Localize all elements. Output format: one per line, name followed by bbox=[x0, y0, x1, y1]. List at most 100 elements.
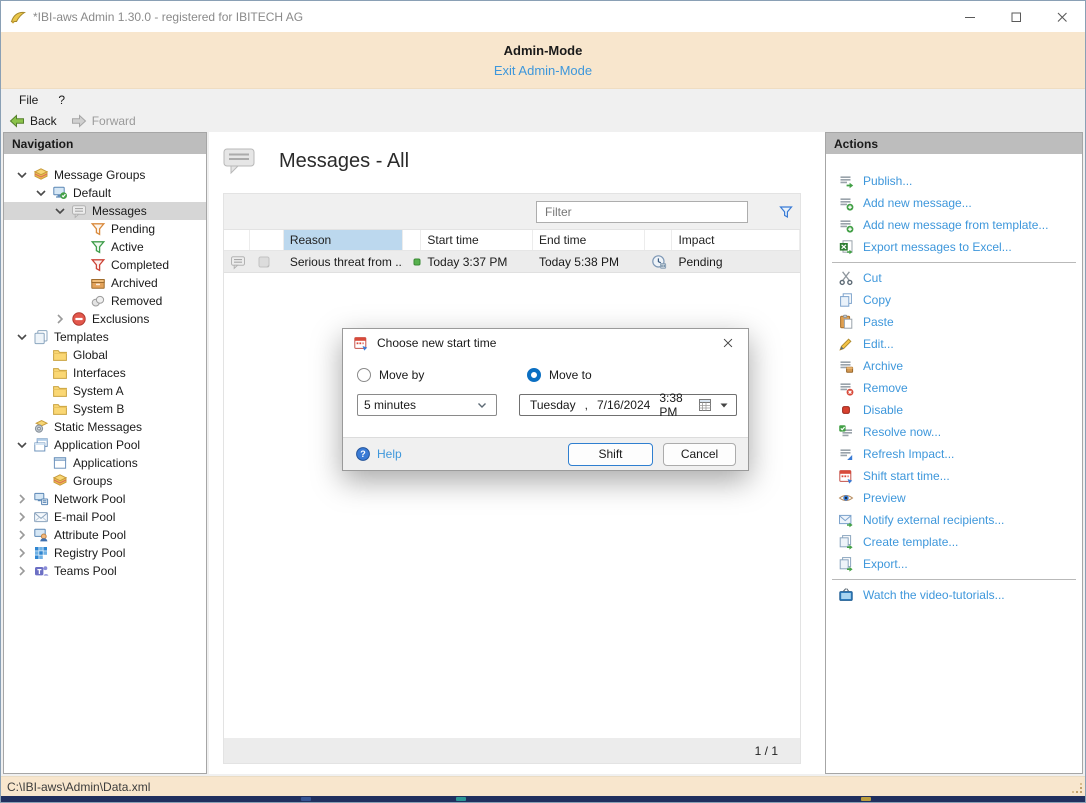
funnel-red-icon bbox=[90, 257, 106, 273]
chevron-right-icon[interactable] bbox=[14, 563, 30, 579]
chevron-down-icon[interactable] bbox=[52, 203, 68, 219]
chevron-right-icon[interactable] bbox=[14, 527, 30, 543]
chevron-down-icon bbox=[474, 397, 490, 413]
action-publish[interactable]: Publish... bbox=[826, 170, 1082, 192]
chevron-spacer bbox=[33, 401, 49, 417]
chevron-down-icon[interactable] bbox=[14, 329, 30, 345]
chevron-right-icon[interactable] bbox=[14, 491, 30, 507]
column-header-blank[interactable] bbox=[250, 230, 284, 250]
interval-select[interactable]: 5 minutes bbox=[357, 394, 497, 416]
move-to-radio[interactable]: Move to bbox=[527, 368, 592, 382]
tree-item-teams-pool[interactable]: Teams Pool bbox=[4, 562, 206, 580]
chevron-down-icon[interactable] bbox=[14, 437, 30, 453]
separator bbox=[832, 579, 1076, 580]
separator bbox=[832, 262, 1076, 263]
column-header-blank[interactable] bbox=[224, 230, 250, 250]
cell-text: Pending bbox=[672, 255, 800, 269]
tree-item-default[interactable]: Default bbox=[4, 184, 206, 202]
chevron-down-icon[interactable] bbox=[33, 185, 49, 201]
action-preview[interactable]: Preview bbox=[826, 487, 1082, 509]
dialog-close-button[interactable] bbox=[710, 329, 746, 356]
tree-item-messages[interactable]: Messages bbox=[4, 202, 206, 220]
maximize-button[interactable] bbox=[993, 1, 1039, 32]
tree-item-e-mail-pool[interactable]: E-mail Pool bbox=[4, 508, 206, 526]
tree-item-system-a[interactable]: System A bbox=[4, 382, 206, 400]
move-by-radio[interactable]: Move by bbox=[357, 368, 424, 382]
action-export[interactable]: Export... bbox=[826, 553, 1082, 575]
column-header-reason[interactable]: Reason bbox=[284, 230, 404, 250]
forward-button[interactable]: Forward bbox=[71, 113, 136, 129]
tree-item-message-groups[interactable]: Message Groups bbox=[4, 166, 206, 184]
column-header-impact[interactable]: Impact bbox=[672, 230, 800, 250]
actions-list: Publish...Add new message...Add new mess… bbox=[826, 154, 1082, 773]
action-disable[interactable]: Disable bbox=[826, 399, 1082, 421]
action-create-template[interactable]: Create template... bbox=[826, 531, 1082, 553]
exit-admin-mode-link[interactable]: Exit Admin-Mode bbox=[494, 63, 592, 78]
chevron-right-icon[interactable] bbox=[14, 545, 30, 561]
page-header: Messages - All bbox=[223, 146, 409, 176]
help-link[interactable]: ? Help bbox=[355, 446, 402, 462]
tree-item-attribute-pool[interactable]: Attribute Pool bbox=[4, 526, 206, 544]
tree-item-application-pool[interactable]: Application Pool bbox=[4, 436, 206, 454]
action-resolve-now[interactable]: Resolve now... bbox=[826, 421, 1082, 443]
action-edit[interactable]: Edit... bbox=[826, 333, 1082, 355]
action-notify-external-recipients[interactable]: Notify external recipients... bbox=[826, 509, 1082, 531]
tree-item-groups[interactable]: Groups bbox=[4, 472, 206, 490]
tree-item-archived[interactable]: Archived bbox=[4, 274, 206, 292]
column-header-blank[interactable] bbox=[403, 230, 421, 250]
action-shift-start-time[interactable]: Shift start time... bbox=[826, 465, 1082, 487]
datetime-picker[interactable]: Tuesday , 7/16/2024 3:38 PM bbox=[519, 394, 737, 416]
tree-item-applications[interactable]: Applications bbox=[4, 454, 206, 472]
action-add-new-message[interactable]: Add new message... bbox=[826, 192, 1082, 214]
back-button[interactable]: Back bbox=[9, 113, 57, 129]
filter-input[interactable] bbox=[536, 201, 748, 223]
tree-item-pending[interactable]: Pending bbox=[4, 220, 206, 238]
tree-item-active[interactable]: Active bbox=[4, 238, 206, 256]
tree-item-label: Applications bbox=[71, 456, 138, 470]
resize-grip-icon[interactable] bbox=[1071, 782, 1083, 794]
tree-item-global[interactable]: Global bbox=[4, 346, 206, 364]
chevron-spacer bbox=[71, 293, 87, 309]
action-add-new-message-from-template[interactable]: Add new message from template... bbox=[826, 214, 1082, 236]
tree-item-registry-pool[interactable]: Registry Pool bbox=[4, 544, 206, 562]
action-cut[interactable]: Cut bbox=[826, 267, 1082, 289]
tree-item-completed[interactable]: Completed bbox=[4, 256, 206, 274]
action-remove[interactable]: Remove bbox=[826, 377, 1082, 399]
calendar-dropdown-button[interactable] bbox=[698, 397, 732, 413]
tree-item-network-pool[interactable]: Network Pool bbox=[4, 490, 206, 508]
menu-help[interactable]: ? bbox=[48, 91, 75, 109]
action-refresh-impact[interactable]: Refresh Impact... bbox=[826, 443, 1082, 465]
tree-item-exclusions[interactable]: Exclusions bbox=[4, 310, 206, 328]
folder-icon bbox=[52, 347, 68, 363]
column-header-end-time[interactable]: End time bbox=[533, 230, 645, 250]
tree-item-interfaces[interactable]: Interfaces bbox=[4, 364, 206, 382]
teams-pool-icon bbox=[33, 563, 49, 579]
menu-file[interactable]: File bbox=[9, 91, 48, 109]
action-watch-the-video-tutorials[interactable]: Watch the video-tutorials... bbox=[826, 584, 1082, 606]
close-button[interactable] bbox=[1039, 1, 1085, 32]
chevron-right-icon[interactable] bbox=[14, 509, 30, 525]
column-header-start-time[interactable]: Start time bbox=[421, 230, 533, 250]
shift-button[interactable]: Shift bbox=[568, 443, 653, 466]
action-paste[interactable]: Paste bbox=[826, 311, 1082, 333]
tree-item-system-b[interactable]: System B bbox=[4, 400, 206, 418]
tree-item-label: Pending bbox=[109, 222, 155, 236]
table-row[interactable]: Serious threat from ...Today 3:37 PMToda… bbox=[224, 251, 800, 273]
action-copy[interactable]: Copy bbox=[826, 289, 1082, 311]
tree-item-label: Archived bbox=[109, 276, 158, 290]
chevron-down-icon[interactable] bbox=[14, 167, 30, 183]
column-header-blank[interactable] bbox=[645, 230, 673, 250]
tree-item-label: E-mail Pool bbox=[52, 510, 115, 524]
action-export-messages-to-excel[interactable]: Export messages to Excel... bbox=[826, 236, 1082, 258]
action-archive[interactable]: Archive bbox=[826, 355, 1082, 377]
tree-item-static-messages[interactable]: Static Messages bbox=[4, 418, 206, 436]
chevron-right-icon[interactable] bbox=[52, 311, 68, 327]
edit-icon bbox=[838, 336, 854, 352]
cancel-button[interactable]: Cancel bbox=[663, 443, 736, 466]
attachment-icon bbox=[256, 254, 272, 270]
minimize-button[interactable] bbox=[947, 1, 993, 32]
filter-funnel-icon[interactable] bbox=[778, 204, 794, 220]
tree-item-removed[interactable]: Removed bbox=[4, 292, 206, 310]
tree-item-label: Default bbox=[71, 186, 111, 200]
tree-item-templates[interactable]: Templates bbox=[4, 328, 206, 346]
